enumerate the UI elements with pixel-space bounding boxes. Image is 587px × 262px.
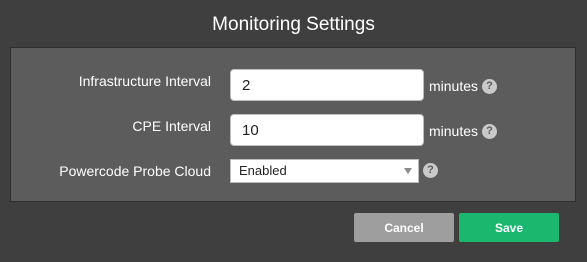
cpe-interval-input[interactable] — [230, 114, 424, 146]
cancel-button[interactable]: Cancel — [354, 213, 454, 242]
save-button[interactable]: Save — [459, 213, 559, 242]
cpe-interval-unit: minutes — [429, 123, 479, 139]
cpe-interval-label: CPE Interval — [132, 118, 211, 134]
probe-cloud-label: Powercode Probe Cloud — [59, 163, 211, 179]
infrastructure-interval-input[interactable] — [230, 69, 424, 101]
probe-cloud-select[interactable]: Enabled — [230, 159, 419, 183]
infrastructure-interval-label: Infrastructure Interval — [78, 73, 211, 89]
infrastructure-interval-unit: minutes — [429, 78, 479, 94]
probe-cloud-help-icon[interactable]: ? — [423, 163, 438, 178]
infrastructure-help-icon[interactable]: ? — [482, 79, 497, 94]
dialog-title: Monitoring Settings — [212, 14, 375, 35]
probe-cloud-selected-value: Enabled — [239, 163, 287, 178]
chevron-down-icon — [404, 168, 412, 174]
cpe-help-icon[interactable]: ? — [482, 124, 497, 139]
